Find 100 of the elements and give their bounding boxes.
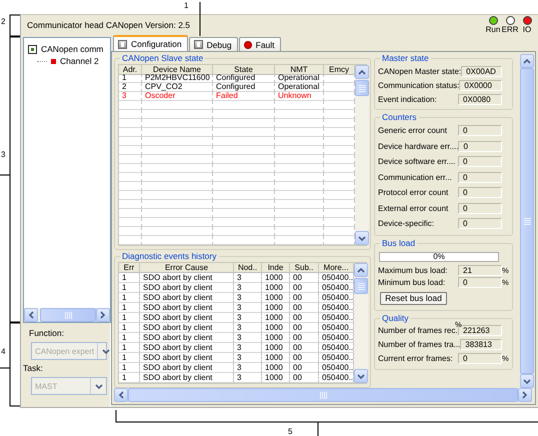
empty-cell xyxy=(213,218,275,227)
table-cell: SDO abort by client xyxy=(140,303,234,313)
grip-icon xyxy=(320,392,326,398)
table-cell: SDO abort by client xyxy=(140,353,234,363)
value-field: 0X00AD xyxy=(461,66,502,76)
value-field: 0 xyxy=(458,140,502,152)
table-cell: SDO abort by client xyxy=(140,293,234,303)
empty-cell xyxy=(275,155,324,164)
empty-cell xyxy=(142,101,213,110)
column-header: NMT xyxy=(275,65,324,75)
table-cell: 00 xyxy=(290,363,319,373)
empty-cell xyxy=(142,173,213,182)
empty-cell xyxy=(213,137,275,146)
value-field: 0 xyxy=(458,172,502,183)
table-cell: 1 xyxy=(119,293,140,303)
table-cell: 1000 xyxy=(262,363,290,373)
empty-cell xyxy=(275,128,324,137)
empty-cell xyxy=(213,146,275,155)
group-title: CANopen Slave state xyxy=(121,54,204,63)
fault-dot-icon xyxy=(244,40,252,48)
table-cell: 00 xyxy=(290,373,319,383)
column-header: Nod.. xyxy=(234,263,262,273)
vertical-scrollbar[interactable] xyxy=(520,54,534,388)
value-field: 0X0000 xyxy=(459,80,502,90)
empty-cell xyxy=(275,209,324,218)
table-cell: 1 xyxy=(119,74,142,83)
field-label: Communication err... xyxy=(378,172,453,182)
led-label: ERR xyxy=(502,25,518,34)
table-cell: Configured xyxy=(213,83,275,92)
field-label: Device software err.... xyxy=(378,157,456,166)
group-title: Bus load xyxy=(381,238,416,248)
tab[interactable]: Fault xyxy=(238,37,281,51)
horizontal-scrollbar[interactable] xyxy=(24,308,110,322)
vertical-scrollbar[interactable] xyxy=(355,65,369,245)
table-cell: 3 xyxy=(234,273,262,283)
table-cell: P2M2HBVC11600 xyxy=(142,74,213,83)
field-label: Function: xyxy=(29,328,65,339)
table-cell: 1 xyxy=(119,373,140,383)
table-cell: 1000 xyxy=(262,313,290,323)
reset-button[interactable]: Reset bus load xyxy=(380,292,447,304)
value-field: 21 xyxy=(458,265,502,276)
table-cell: 1000 xyxy=(262,303,290,313)
table-cell: Oscoder xyxy=(142,92,213,101)
value-field: 0X0080 xyxy=(458,94,502,104)
empty-cell xyxy=(142,200,213,209)
field-label: External error count xyxy=(378,204,450,213)
column-header: Emcy xyxy=(324,65,355,75)
empty-cell xyxy=(275,146,324,155)
group-title: Master state xyxy=(381,54,430,63)
empty-cell xyxy=(275,200,324,209)
field-label: Device-specific: xyxy=(378,219,436,228)
callout-number: 2 xyxy=(1,17,6,26)
empty-cell xyxy=(142,110,213,119)
table-cell: 1 xyxy=(119,363,140,373)
empty-cell xyxy=(275,110,324,119)
group-title: Diagnostic events history xyxy=(121,252,218,261)
column-header: Err xyxy=(119,263,140,273)
vertical-scrollbar[interactable] xyxy=(354,263,368,383)
module-icon xyxy=(118,40,127,48)
callout-number: 5 xyxy=(288,427,292,436)
table-cell: 2 xyxy=(119,83,142,92)
table-cell: SDO abort by client xyxy=(140,283,234,293)
tab[interactable]: Debug xyxy=(188,37,238,51)
field-label: Maximum bus load: xyxy=(378,266,448,275)
table-cell: 3 xyxy=(234,313,262,323)
empty-cell xyxy=(275,173,324,182)
led-label: Run xyxy=(486,25,500,34)
table-cell: Configured xyxy=(213,74,275,83)
table-cell: CPV_CO2 xyxy=(142,83,213,92)
value-field: 0 xyxy=(458,353,502,364)
value-field: 0 xyxy=(458,156,502,168)
empty-cell xyxy=(275,227,324,236)
callout-number: 3 xyxy=(1,150,6,159)
empty-cell xyxy=(275,164,324,173)
table-cell: 00 xyxy=(290,343,319,353)
tree-item[interactable]: Channel 2 xyxy=(60,56,99,66)
tree-item[interactable]: CANopen comm xyxy=(41,44,104,54)
table-cell: 00 xyxy=(290,273,319,283)
column-header: Adr. xyxy=(119,65,142,75)
empty-cell xyxy=(275,182,324,191)
table-cell: 00 xyxy=(290,353,319,363)
field-label: Communication status: xyxy=(378,80,460,90)
table-cell: Unknown xyxy=(275,92,324,101)
value-field: 0 xyxy=(458,218,502,230)
empty-cell xyxy=(142,164,213,173)
table-cell: 1 xyxy=(119,343,140,353)
field-label: Protocol error count xyxy=(378,188,450,198)
column-header: Device Name xyxy=(142,65,213,75)
table-cell: 1000 xyxy=(262,283,290,293)
column-header: State xyxy=(213,65,275,75)
empty-cell xyxy=(213,209,275,218)
tab[interactable]: Configuration xyxy=(113,35,188,51)
table-cell: 3 xyxy=(234,343,262,353)
table-cell: 3 xyxy=(234,373,262,383)
empty-cell xyxy=(275,191,324,200)
value-field: 383813 xyxy=(460,339,502,350)
empty-cell xyxy=(213,128,275,137)
table-cell: Failed xyxy=(213,92,275,101)
table-cell: 00 xyxy=(290,293,319,303)
table-cell: SDO abort by client xyxy=(140,273,234,283)
